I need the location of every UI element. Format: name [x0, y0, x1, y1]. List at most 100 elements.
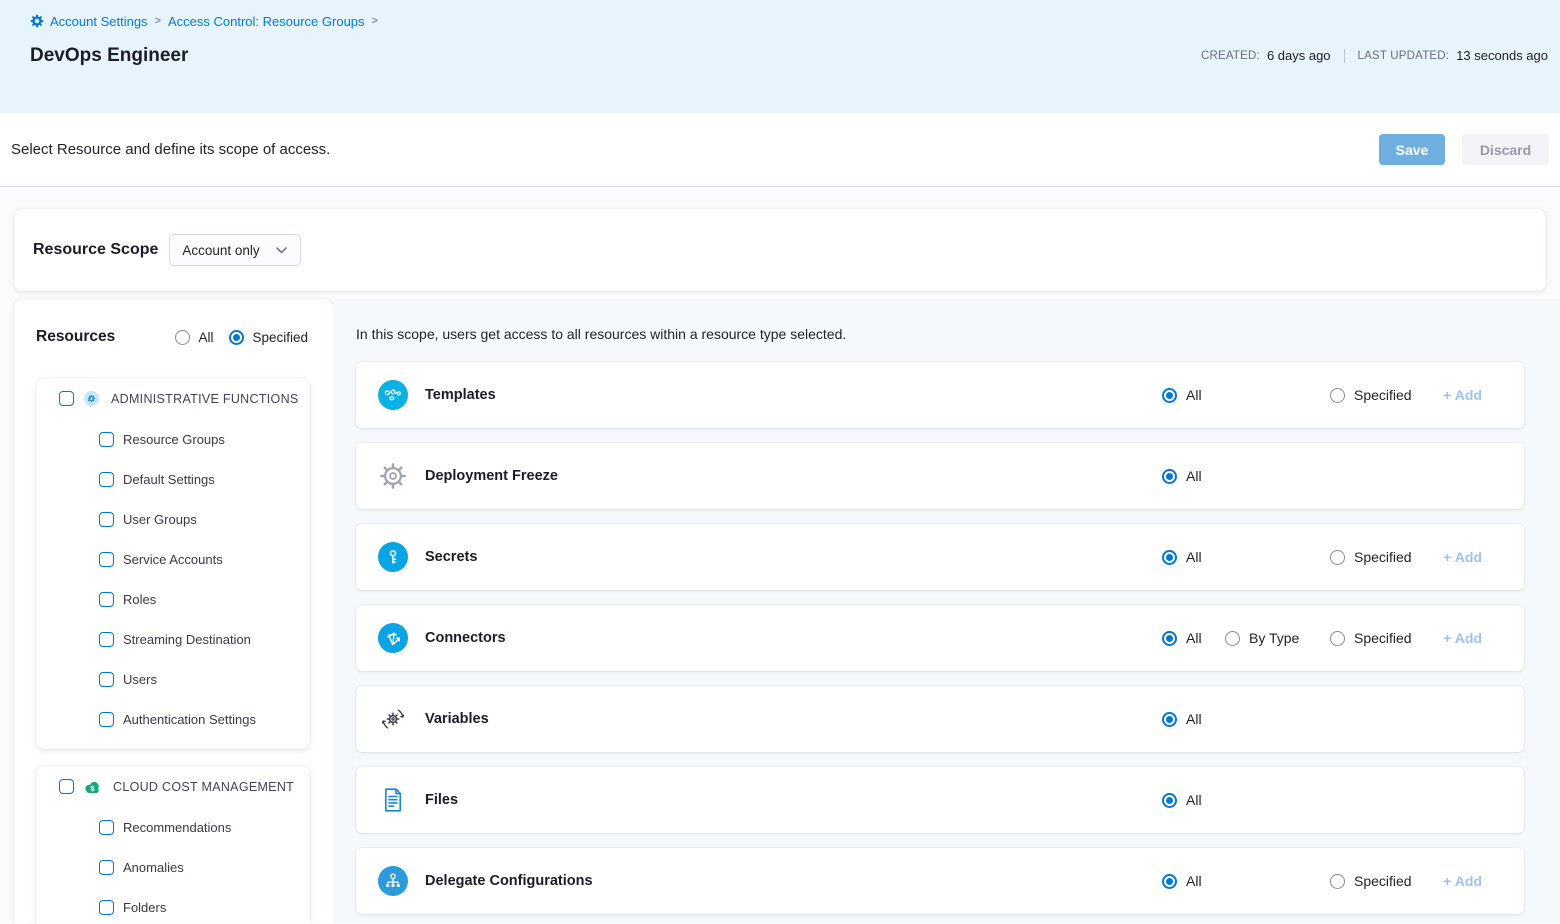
row-controls: All By Type Specified + Add	[1160, 605, 1524, 671]
resource-item-default-settings: Default Settings	[36, 459, 310, 499]
radio-secrets-specified[interactable]: Specified	[1330, 549, 1412, 565]
toolbar-description: Select Resource and define its scope of …	[11, 141, 330, 158]
item-checkbox[interactable]	[99, 592, 114, 607]
resource-type-label: Templates	[425, 387, 496, 403]
resource-item-resource-groups: Resource Groups	[36, 419, 310, 459]
resource-scope-select[interactable]: Account only	[169, 234, 301, 266]
item-checkbox[interactable]	[99, 900, 114, 915]
resource-groups-list: ADMINISTRATIVE FUNCTIONS Resource Groups…	[14, 378, 333, 923]
add-button-secrets[interactable]: + Add	[1443, 549, 1482, 565]
radio-label: All	[1186, 792, 1202, 808]
resource-item-streaming-destination: Streaming Destination	[36, 619, 310, 659]
radio-icon	[175, 330, 190, 345]
radio-icon	[1162, 874, 1177, 889]
radio-templates-all[interactable]: All	[1162, 387, 1202, 403]
last-updated-value: 13 seconds ago	[1456, 48, 1548, 63]
resources-radio-specified[interactable]: Specified	[229, 330, 308, 345]
divider	[1344, 49, 1345, 63]
radio-label: All	[1186, 549, 1202, 565]
row-controls: All	[1160, 767, 1524, 833]
chevron-right-icon: >	[372, 15, 378, 27]
item-checkbox[interactable]	[99, 672, 114, 687]
breadcrumb-access-control-resource-groups[interactable]: Access Control: Resource Groups	[168, 14, 365, 29]
radio-icon	[1162, 631, 1177, 646]
resource-type-label: Files	[425, 792, 458, 808]
deployment-freeze-icon	[378, 461, 408, 491]
item-checkbox[interactable]	[99, 552, 114, 567]
item-checkbox[interactable]	[99, 472, 114, 487]
item-checkbox[interactable]	[99, 512, 114, 527]
radio-icon	[1330, 388, 1345, 403]
resource-row-deployment-freeze: Deployment Freeze All	[356, 443, 1524, 509]
resource-row-variables: Variables All	[356, 686, 1524, 752]
resource-item-service-accounts: Service Accounts	[36, 539, 310, 579]
resource-row-delegate-configurations: Delegate Configurations All Specified + …	[356, 848, 1524, 914]
radio-templates-specified[interactable]: Specified	[1330, 387, 1412, 403]
chevron-down-icon	[276, 247, 287, 254]
item-label: Recommendations	[123, 820, 231, 835]
page-body: Resource Scope Account only Resources Al…	[0, 187, 1560, 923]
radio-icon	[1162, 469, 1177, 484]
item-label: Roles	[123, 592, 156, 607]
group-label: ADMINISTRATIVE FUNCTIONS	[111, 392, 299, 406]
radio-icon	[1330, 550, 1345, 565]
toolbar-actions: Save Discard	[1379, 134, 1549, 165]
save-button[interactable]: Save	[1379, 134, 1445, 165]
radio-label: Specified	[1354, 630, 1412, 646]
radio-files-all[interactable]: All	[1162, 792, 1202, 808]
resource-item-users: Users	[36, 659, 310, 699]
item-label: Streaming Destination	[123, 632, 251, 647]
radio-icon	[1330, 874, 1345, 889]
chevron-right-icon: >	[155, 15, 161, 27]
group-checkbox[interactable]	[59, 391, 74, 406]
radio-connectors-by-type[interactable]: By Type	[1225, 630, 1299, 646]
created-label: CREATED:	[1201, 50, 1260, 62]
resources-panel: Resources All Specified ADMINISTRATIVE F…	[14, 299, 333, 923]
item-label: Authentication Settings	[123, 712, 256, 727]
resource-type-label: Connectors	[425, 630, 506, 646]
item-checkbox[interactable]	[99, 712, 114, 727]
resource-item-roles: Roles	[36, 579, 310, 619]
discard-button[interactable]: Discard	[1462, 134, 1549, 165]
item-label: Users	[123, 672, 157, 687]
add-button-templates[interactable]: + Add	[1443, 387, 1482, 403]
resource-item-authentication-settings: Authentication Settings	[36, 699, 310, 739]
resources-filter-radios: All Specified	[175, 330, 308, 345]
add-button-delegate-configurations[interactable]: + Add	[1443, 873, 1482, 889]
group-items: Recommendations Anomalies Folders	[36, 807, 310, 923]
radio-secrets-all[interactable]: All	[1162, 549, 1202, 565]
toolbar: Select Resource and define its scope of …	[0, 113, 1560, 187]
row-controls: All	[1160, 686, 1524, 752]
cloud-cost-icon: $	[84, 780, 101, 794]
add-button-connectors[interactable]: + Add	[1443, 630, 1482, 646]
created-value: 6 days ago	[1267, 48, 1331, 63]
resources-title: Resources	[36, 328, 115, 346]
row-controls: All	[1160, 443, 1524, 509]
resource-type-label: Variables	[425, 711, 489, 727]
settings-gear-icon	[30, 14, 44, 28]
item-checkbox[interactable]	[99, 820, 114, 835]
item-checkbox[interactable]	[99, 860, 114, 875]
radio-deployment-freeze-all[interactable]: All	[1162, 468, 1202, 484]
radio-variables-all[interactable]: All	[1162, 711, 1202, 727]
resource-scope-value: Account only	[182, 243, 259, 258]
templates-icon	[378, 380, 408, 410]
resource-type-label: Secrets	[425, 549, 477, 565]
radio-label: All	[1186, 387, 1202, 403]
radio-connectors-specified[interactable]: Specified	[1330, 630, 1412, 646]
breadcrumb-account-settings[interactable]: Account Settings	[50, 14, 148, 29]
resource-scope-card: Resource Scope Account only	[14, 209, 1546, 291]
radio-delegate-configurations-all[interactable]: All	[1162, 873, 1202, 889]
resource-row-secrets: Secrets All Specified + Add	[356, 524, 1524, 590]
radio-delegate-configurations-specified[interactable]: Specified	[1330, 873, 1412, 889]
item-label: Service Accounts	[123, 552, 223, 567]
resources-radio-all[interactable]: All	[175, 330, 213, 345]
secrets-icon	[378, 542, 408, 572]
radio-connectors-all[interactable]: All	[1162, 630, 1202, 646]
row-controls: All Specified + Add	[1160, 362, 1524, 428]
item-checkbox[interactable]	[99, 432, 114, 447]
group-checkbox[interactable]	[59, 779, 74, 794]
radio-label: Specified	[1354, 549, 1412, 565]
item-checkbox[interactable]	[99, 632, 114, 647]
resource-item-folders: Folders	[36, 887, 310, 923]
